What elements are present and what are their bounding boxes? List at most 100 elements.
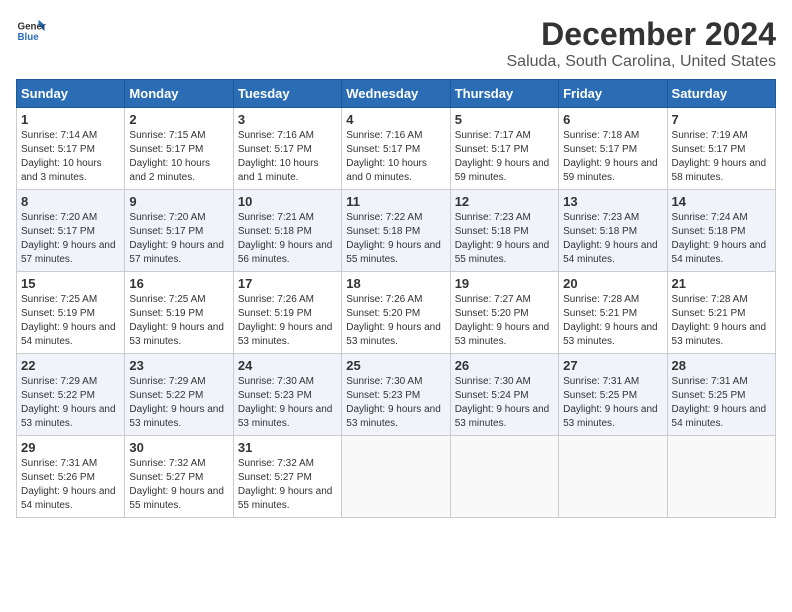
day-info: Sunrise: 7:31 AMSunset: 5:26 PMDaylight:… — [21, 457, 120, 513]
day-cell: 23 Sunrise: 7:29 AMSunset: 5:22 PMDayligh… — [125, 354, 233, 436]
day-cell: 21 Sunrise: 7:28 AMSunset: 5:21 PMDayligh… — [667, 272, 775, 354]
day-info: Sunrise: 7:28 AMSunset: 5:21 PMDaylight:… — [672, 293, 771, 349]
day-cell: 4 Sunrise: 7:16 AMSunset: 5:17 PMDaylight… — [342, 108, 450, 190]
day-cell: 3 Sunrise: 7:16 AMSunset: 5:17 PMDaylight… — [233, 108, 341, 190]
day-cell: 25 Sunrise: 7:30 AMSunset: 5:23 PMDayligh… — [342, 354, 450, 436]
month-title: December 2024 — [507, 16, 777, 53]
svg-text:Blue: Blue — [18, 32, 40, 43]
day-cell: 27Sunrise: 7:31 AMSunset: 5:25 PMDayligh… — [559, 354, 667, 436]
day-number: 10 — [238, 194, 337, 209]
day-number: 16 — [129, 276, 228, 291]
week-row-1: 1 Sunrise: 7:14 AMSunset: 5:17 PMDaylight… — [17, 108, 776, 190]
day-info: Sunrise: 7:25 AMSunset: 5:19 PMDaylight:… — [129, 293, 228, 349]
day-info: Sunrise: 7:20 AMSunset: 5:17 PMDaylight:… — [21, 211, 120, 267]
day-cell: 13Sunrise: 7:23 AMSunset: 5:18 PMDayligh… — [559, 190, 667, 272]
day-info: Sunrise: 7:29 AMSunset: 5:22 PMDaylight:… — [21, 375, 120, 431]
logo-icon: General Blue — [16, 16, 46, 46]
day-info: Sunrise: 7:25 AMSunset: 5:19 PMDaylight:… — [21, 293, 120, 349]
day-number: 9 — [129, 194, 228, 209]
day-number: 25 — [346, 358, 445, 373]
day-cell: 30Sunrise: 7:32 AMSunset: 5:27 PMDayligh… — [125, 436, 233, 518]
day-number: 19 — [455, 276, 554, 291]
logo: General Blue — [16, 16, 46, 46]
day-info: Sunrise: 7:21 AMSunset: 5:18 PMDaylight:… — [238, 211, 337, 267]
week-row-4: 22 Sunrise: 7:29 AMSunset: 5:22 PMDayligh… — [17, 354, 776, 436]
day-number: 22 — [21, 358, 120, 373]
day-cell: 7Sunrise: 7:19 AMSunset: 5:17 PMDaylight… — [667, 108, 775, 190]
week-row-2: 8 Sunrise: 7:20 AMSunset: 5:17 PMDaylight… — [17, 190, 776, 272]
day-number: 13 — [563, 194, 662, 209]
day-cell: 19 Sunrise: 7:27 AMSunset: 5:20 PMDayligh… — [450, 272, 558, 354]
day-cell: 6 Sunrise: 7:18 AMSunset: 5:17 PMDaylight… — [559, 108, 667, 190]
day-cell: 12Sunrise: 7:23 AMSunset: 5:18 PMDayligh… — [450, 190, 558, 272]
day-number: 29 — [21, 440, 120, 455]
day-cell: 26 Sunrise: 7:30 AMSunset: 5:24 PMDayligh… — [450, 354, 558, 436]
day-number: 8 — [21, 194, 120, 209]
day-number: 20 — [563, 276, 662, 291]
day-cell — [450, 436, 558, 518]
day-cell — [667, 436, 775, 518]
day-info: Sunrise: 7:15 AMSunset: 5:17 PMDaylight:… — [129, 129, 228, 185]
day-number: 1 — [21, 112, 120, 127]
day-number: 3 — [238, 112, 337, 127]
day-info: Sunrise: 7:16 AMSunset: 5:17 PMDaylight:… — [238, 129, 337, 185]
day-cell — [559, 436, 667, 518]
day-info: Sunrise: 7:26 AMSunset: 5:19 PMDaylight:… — [238, 293, 337, 349]
title-block: December 2024 Saluda, South Carolina, Un… — [507, 16, 777, 71]
day-number: 24 — [238, 358, 337, 373]
day-number: 26 — [455, 358, 554, 373]
day-info: Sunrise: 7:16 AMSunset: 5:17 PMDaylight:… — [346, 129, 445, 185]
calendar-table: SundayMondayTuesdayWednesdayThursdayFrid… — [16, 79, 776, 518]
day-info: Sunrise: 7:18 AMSunset: 5:17 PMDaylight:… — [563, 129, 662, 185]
header-tuesday: Tuesday — [233, 80, 341, 108]
day-cell: 14 Sunrise: 7:24 AMSunset: 5:18 PMDayligh… — [667, 190, 775, 272]
day-cell: 29 Sunrise: 7:31 AMSunset: 5:26 PMDayligh… — [17, 436, 125, 518]
day-info: Sunrise: 7:28 AMSunset: 5:21 PMDaylight:… — [563, 293, 662, 349]
day-cell: 5Sunrise: 7:17 AMSunset: 5:17 PMDaylight… — [450, 108, 558, 190]
day-info: Sunrise: 7:30 AMSunset: 5:24 PMDaylight:… — [455, 375, 554, 431]
day-number: 21 — [672, 276, 771, 291]
day-number: 4 — [346, 112, 445, 127]
day-cell: 9 Sunrise: 7:20 AMSunset: 5:17 PMDaylight… — [125, 190, 233, 272]
day-number: 17 — [238, 276, 337, 291]
day-cell: 11Sunrise: 7:22 AMSunset: 5:18 PMDayligh… — [342, 190, 450, 272]
header-thursday: Thursday — [450, 80, 558, 108]
day-number: 18 — [346, 276, 445, 291]
header-monday: Monday — [125, 80, 233, 108]
day-number: 6 — [563, 112, 662, 127]
page-header: General Blue December 2024 Saluda, South… — [16, 16, 776, 71]
day-info: Sunrise: 7:26 AMSunset: 5:20 PMDaylight:… — [346, 293, 445, 349]
day-number: 5 — [455, 112, 554, 127]
week-row-5: 29 Sunrise: 7:31 AMSunset: 5:26 PMDayligh… — [17, 436, 776, 518]
day-cell: 2 Sunrise: 7:15 AMSunset: 5:17 PMDaylight… — [125, 108, 233, 190]
week-row-3: 15Sunrise: 7:25 AMSunset: 5:19 PMDayligh… — [17, 272, 776, 354]
day-cell: 28Sunrise: 7:31 AMSunset: 5:25 PMDayligh… — [667, 354, 775, 436]
day-info: Sunrise: 7:19 AMSunset: 5:17 PMDaylight:… — [672, 129, 771, 185]
day-number: 14 — [672, 194, 771, 209]
day-cell: 10 Sunrise: 7:21 AMSunset: 5:18 PMDayligh… — [233, 190, 341, 272]
day-number: 11 — [346, 194, 445, 209]
header-friday: Friday — [559, 80, 667, 108]
day-cell: 8 Sunrise: 7:20 AMSunset: 5:17 PMDaylight… — [17, 190, 125, 272]
day-info: Sunrise: 7:23 AMSunset: 5:18 PMDaylight:… — [455, 211, 554, 267]
location-title: Saluda, South Carolina, United States — [507, 53, 777, 71]
day-cell: 18 Sunrise: 7:26 AMSunset: 5:20 PMDayligh… — [342, 272, 450, 354]
day-cell: 24Sunrise: 7:30 AMSunset: 5:23 PMDayligh… — [233, 354, 341, 436]
day-info: Sunrise: 7:32 AMSunset: 5:27 PMDaylight:… — [129, 457, 228, 513]
day-number: 23 — [129, 358, 228, 373]
day-info: Sunrise: 7:31 AMSunset: 5:25 PMDaylight:… — [672, 375, 771, 431]
day-info: Sunrise: 7:24 AMSunset: 5:18 PMDaylight:… — [672, 211, 771, 267]
day-number: 2 — [129, 112, 228, 127]
header-saturday: Saturday — [667, 80, 775, 108]
day-info: Sunrise: 7:30 AMSunset: 5:23 PMDaylight:… — [346, 375, 445, 431]
day-cell: 31Sunrise: 7:32 AMSunset: 5:27 PMDayligh… — [233, 436, 341, 518]
day-info: Sunrise: 7:31 AMSunset: 5:25 PMDaylight:… — [563, 375, 662, 431]
day-info: Sunrise: 7:20 AMSunset: 5:17 PMDaylight:… — [129, 211, 228, 267]
day-info: Sunrise: 7:29 AMSunset: 5:22 PMDaylight:… — [129, 375, 228, 431]
day-number: 31 — [238, 440, 337, 455]
day-cell: 20 Sunrise: 7:28 AMSunset: 5:21 PMDayligh… — [559, 272, 667, 354]
day-info: Sunrise: 7:27 AMSunset: 5:20 PMDaylight:… — [455, 293, 554, 349]
day-cell — [342, 436, 450, 518]
day-cell: 16 Sunrise: 7:25 AMSunset: 5:19 PMDayligh… — [125, 272, 233, 354]
day-info: Sunrise: 7:14 AMSunset: 5:17 PMDaylight:… — [21, 129, 120, 185]
